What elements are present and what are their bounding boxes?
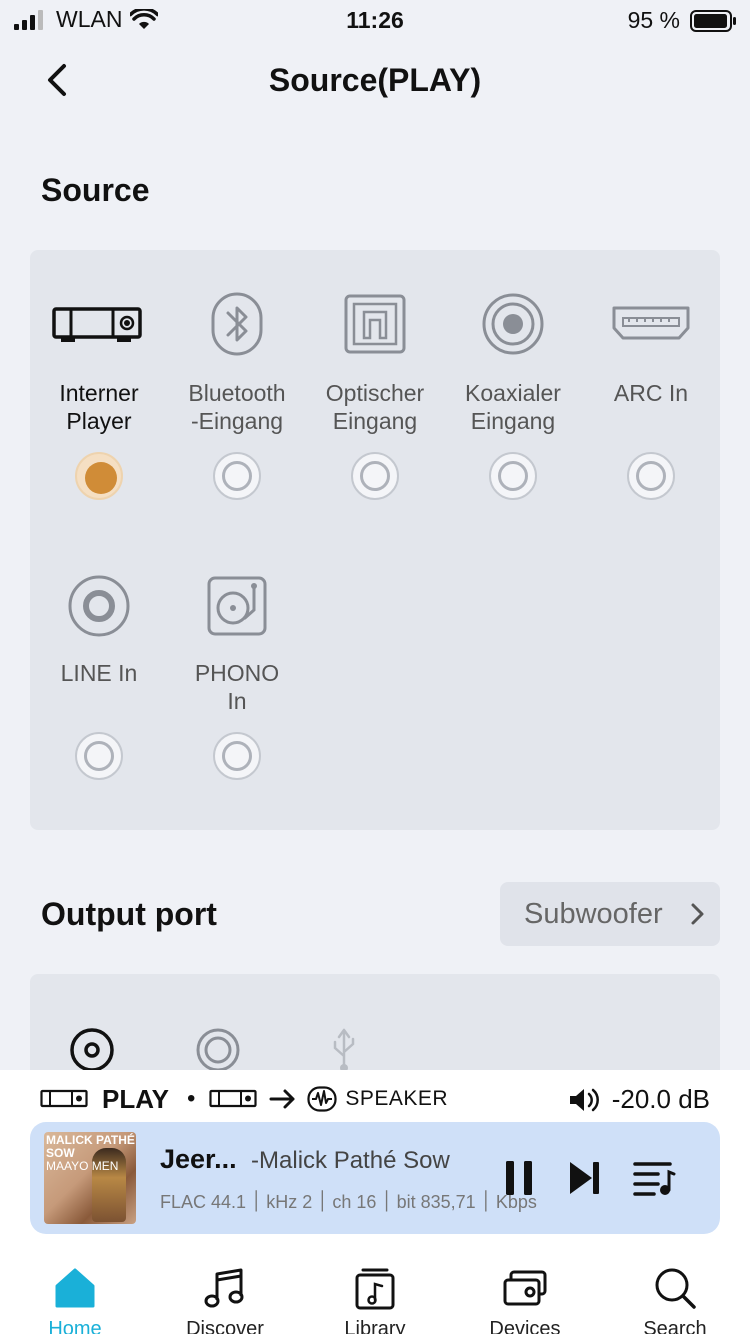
- battery-percent: 95 %: [627, 7, 680, 33]
- source-radio-selected[interactable]: [75, 452, 123, 500]
- tab-discover[interactable]: Discover: [150, 1248, 300, 1334]
- line-in-icon: [30, 568, 168, 644]
- queue-button[interactable]: [632, 1158, 676, 1198]
- source-section-title: Source: [41, 172, 150, 208]
- output-section-title: Output port: [41, 896, 217, 932]
- device-player-icon: [40, 1089, 88, 1108]
- track-format: FLAC: [160, 1192, 207, 1212]
- tab-devices[interactable]: Devices: [450, 1248, 600, 1334]
- source-label: LINE In: [60, 660, 138, 686]
- tab-label: Discover: [186, 1318, 264, 1334]
- page-title: Source(PLAY): [268, 62, 482, 98]
- source-label: ARC In: [613, 380, 689, 406]
- track-channels: 2 ch: [302, 1192, 352, 1212]
- source-radio[interactable]: [351, 452, 399, 500]
- coaxial-port-icon: [444, 286, 582, 362]
- tab-home[interactable]: Home: [0, 1248, 150, 1334]
- volume-control[interactable]: -20.0 dB: [568, 1084, 710, 1115]
- now-playing-card[interactable]: MALICK PATHÉ SOW MAAYO MEN Jeer... -Mali…: [30, 1122, 720, 1234]
- pause-button[interactable]: [500, 1158, 540, 1198]
- source-label: Optischer Eingang: [325, 380, 425, 434]
- route-separator: •: [186, 1085, 196, 1112]
- playlist-icon: [633, 1162, 676, 1196]
- source-radio[interactable]: [75, 732, 123, 780]
- meta-separator: ׀: [475, 1192, 491, 1212]
- track-title: Jeer...: [160, 1144, 237, 1174]
- tab-search[interactable]: Search: [600, 1248, 750, 1334]
- volume-value: -20.0 dB: [611, 1084, 710, 1114]
- tab-label: Library: [344, 1318, 406, 1334]
- skip-next-icon: [570, 1162, 599, 1194]
- tab-label: Home: [48, 1318, 102, 1334]
- route-row: PLAY • SPEAKER -20.0 dB: [40, 1084, 710, 1114]
- output-panel: [30, 974, 720, 1084]
- source-label: Bluetooth -Eingang: [188, 380, 286, 434]
- optical-port-icon: [306, 286, 444, 362]
- meta-separator: ׀: [246, 1192, 262, 1212]
- source-label: Koaxialer Eingang: [465, 380, 561, 434]
- track-meta: FLAC ׀ 44.1 kHz ׀ 2 ch ׀ 16 bit ׀ 835,71…: [160, 1192, 537, 1213]
- route-source-label: PLAY: [102, 1083, 169, 1114]
- bluetooth-icon: [168, 286, 306, 362]
- speaker-wave-icon: [307, 1086, 337, 1112]
- tab-bar: Home Discover Library Devices Search: [0, 1248, 750, 1334]
- music-note-icon: [204, 1268, 244, 1308]
- device-player-icon: [209, 1089, 257, 1108]
- subwoofer-button[interactable]: Subwoofer: [500, 882, 720, 946]
- tab-label: Devices: [489, 1318, 561, 1334]
- meta-separator: ׀: [376, 1192, 392, 1212]
- status-right: 95 %: [628, 7, 736, 34]
- output-line-icon[interactable]: [194, 1026, 242, 1074]
- source-radio[interactable]: [627, 452, 675, 500]
- arrow-right-icon: [269, 1089, 295, 1109]
- meta-separator: ׀: [312, 1192, 328, 1212]
- devices-icon: [503, 1270, 547, 1306]
- output-coaxial-icon[interactable]: [68, 1026, 116, 1074]
- album-art: MALICK PATHÉ SOW MAAYO MEN: [44, 1132, 136, 1224]
- pause-icon: [506, 1161, 532, 1195]
- source-panel: Interner Player Bluetooth -Eingang Optis…: [30, 250, 720, 830]
- source-label: Interner Player: [59, 380, 139, 434]
- battery-icon: [690, 9, 736, 32]
- turntable-icon: [168, 568, 306, 644]
- usb-icon[interactable]: [328, 1026, 360, 1074]
- source-radio[interactable]: [489, 452, 537, 500]
- nav-header: Source(PLAY): [0, 52, 750, 112]
- album-art-text: MALICK PATHÉ SOW MAAYO MEN: [46, 1133, 135, 1173]
- chevron-right-icon: [691, 903, 704, 925]
- device-player-icon: [30, 286, 168, 362]
- track-artist: -Malick Pathé Sow: [251, 1147, 450, 1174]
- source-label: PHONO In: [194, 660, 280, 714]
- next-track-button[interactable]: [566, 1158, 606, 1198]
- track-line: Jeer... -Malick Pathé Sow: [160, 1144, 490, 1175]
- search-icon: [655, 1268, 696, 1309]
- source-radio[interactable]: [213, 452, 261, 500]
- volume-icon: [569, 1088, 599, 1111]
- route-target-label: SPEAKER: [345, 1087, 449, 1110]
- home-icon: [55, 1268, 95, 1308]
- source-radio[interactable]: [213, 732, 261, 780]
- tab-label: Search: [643, 1318, 707, 1334]
- tab-library[interactable]: Library: [300, 1248, 450, 1334]
- subwoofer-label: Subwoofer: [524, 897, 663, 930]
- hdmi-arc-icon: [582, 286, 720, 362]
- status-bar: WLAN 11:26 95 %: [0, 0, 750, 42]
- library-icon: [355, 1268, 395, 1310]
